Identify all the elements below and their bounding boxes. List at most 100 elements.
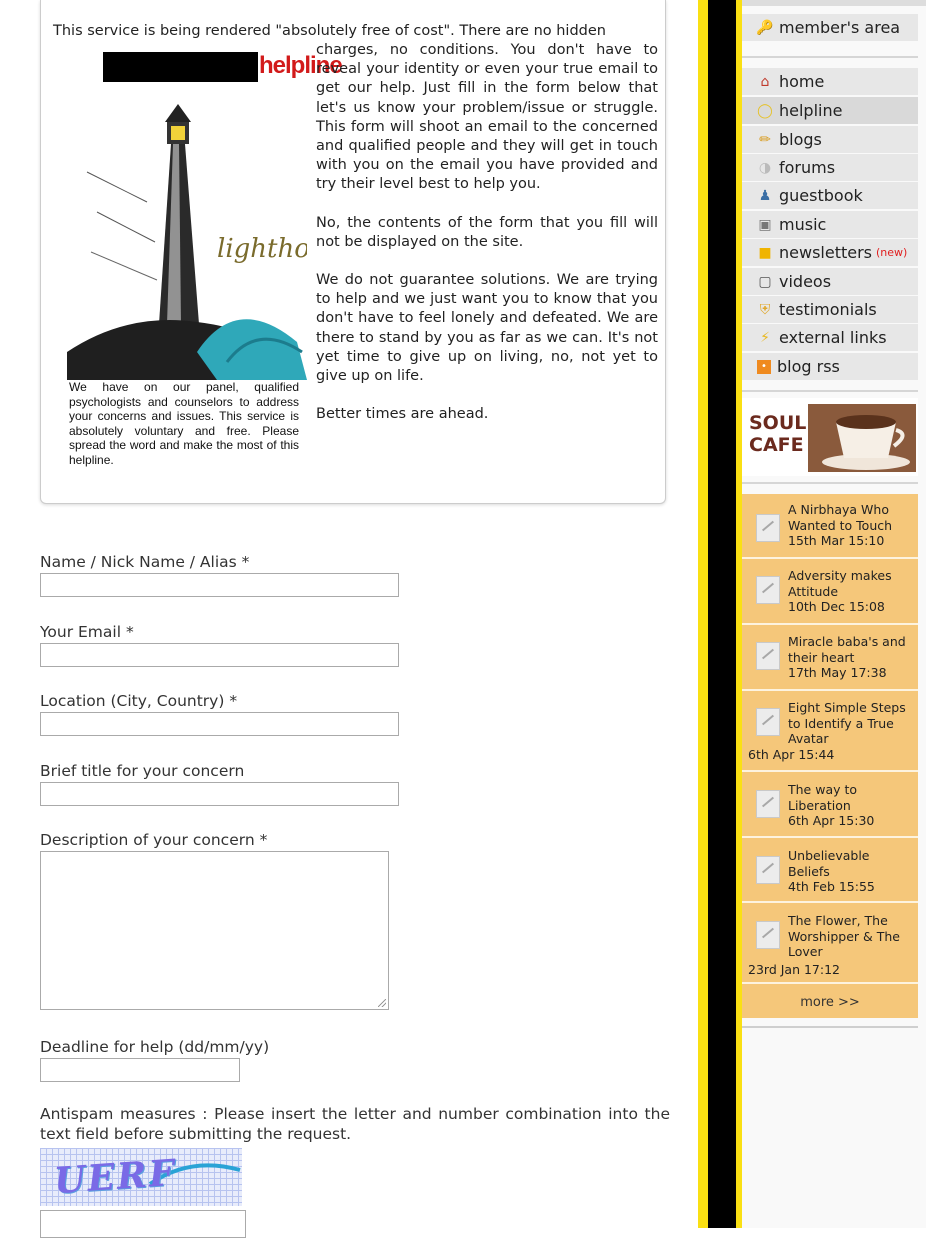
intro-paragraph: No, the contents of the form that you fi…: [316, 214, 658, 250]
email-input[interactable]: [40, 643, 399, 667]
description-textarea[interactable]: [40, 851, 389, 1010]
post-icon: [756, 790, 780, 818]
post-divider: [742, 689, 918, 691]
sidebar: 🔑 member's area ⌂ home ◯ helpline ✏ blog…: [742, 0, 926, 1228]
post-divider: [742, 982, 918, 984]
nav-item-blogs[interactable]: ✏ blogs: [742, 126, 918, 153]
sidebar-divider: [742, 482, 918, 484]
soul-cafe-title: SOUL CAFE: [749, 412, 807, 456]
post-divider: [742, 557, 918, 559]
post-icon: [756, 642, 780, 670]
post-icon: [756, 708, 780, 736]
rss-icon: •: [757, 359, 771, 374]
new-badge: (new): [876, 246, 908, 259]
intro-body: charges, no conditions. You don't have t…: [316, 41, 658, 443]
home-icon: ⌂: [760, 73, 770, 90]
captcha-text: UERF: [52, 1151, 178, 1203]
intro-paragraph: charges, no conditions. You don't have t…: [316, 42, 658, 193]
nav-item-newsletters[interactable]: ■ newsletters (new): [742, 239, 918, 266]
key-icon: 🔑: [756, 19, 774, 36]
post-divider: [742, 836, 918, 838]
post-title: A Nirbhaya Who Wanted to Touch: [788, 502, 893, 533]
lightning-icon: ⚡: [760, 329, 770, 346]
nav-item-music[interactable]: ▣ music: [742, 211, 918, 238]
nav-label: external links: [779, 328, 887, 347]
post-icon: [756, 921, 780, 949]
member-area-label: member's area: [779, 18, 901, 37]
post-divider: [742, 770, 918, 772]
post-date: 4th Feb 15:55: [788, 879, 875, 894]
nav-label: home: [779, 72, 825, 91]
newsletter-icon: ■: [758, 244, 772, 261]
lighthouse-illustration: lighthouse: [67, 104, 307, 380]
panel-caption: We have on our panel, qualified psycholo…: [69, 380, 299, 467]
location-label: Location (City, Country) *: [40, 692, 238, 710]
nav-label: music: [779, 215, 827, 234]
pencil-icon: ✏: [759, 131, 771, 148]
sidebar-divider: [742, 390, 918, 392]
name-label: Name / Nick Name / Alias *: [40, 553, 250, 571]
divider-stripe-black: [708, 0, 736, 1228]
captcha-input[interactable]: [40, 1210, 246, 1238]
post-date: 10th Dec 15:08: [788, 599, 885, 614]
post-divider: [742, 623, 918, 625]
location-input[interactable]: [40, 712, 399, 736]
post-title: The Flower, The Worshipper & The Lover: [788, 913, 900, 959]
description-label: Description of your concern *: [40, 831, 268, 849]
nav-item-testimonials[interactable]: ⛨ testimonials: [742, 296, 918, 323]
name-input[interactable]: [40, 573, 399, 597]
deadline-input[interactable]: [40, 1058, 240, 1082]
sidebar-divider: [742, 56, 918, 58]
recent-posts: A Nirbhaya Who Wanted to Touch 15th Mar …: [742, 494, 918, 1018]
main-content: This service is being rendered "absolute…: [0, 0, 698, 1238]
nav-item-helpline[interactable]: ◯ helpline: [742, 97, 918, 124]
nav-label: helpline: [779, 101, 843, 120]
sidebar-divider: [742, 1026, 918, 1028]
music-icon: ▣: [758, 216, 772, 233]
nav-item-home[interactable]: ⌂ home: [742, 68, 918, 95]
divider-stripe-yellow: [698, 0, 708, 1228]
nav-label: testimonials: [779, 300, 877, 319]
post-date: 6th Apr 15:30: [788, 813, 875, 828]
nav-item-guestbook[interactable]: ♟ guestbook: [742, 182, 918, 209]
nav-item-blog-rss[interactable]: • blog rss: [742, 353, 918, 380]
post-date: 15th Mar 15:10: [788, 533, 885, 548]
nav-label: videos: [779, 272, 832, 291]
antispam-instructions: Antispam measures : Please insert the le…: [40, 1105, 670, 1143]
intro-paragraph: We do not guarantee solutions. We are tr…: [316, 272, 658, 385]
post-date: 17th May 17:38: [788, 665, 887, 680]
post-date: 6th Apr 15:44: [748, 747, 835, 762]
lighthouse-logo-text: lighthouse: [217, 234, 307, 264]
post-icon: [756, 576, 780, 604]
post-title: Eight Simple Steps to Identify a True Av…: [788, 700, 906, 746]
soul-cafe-banner[interactable]: SOUL CAFE: [742, 398, 918, 476]
title-label: Brief title for your concern: [40, 762, 245, 780]
deadline-label: Deadline for help (dd/mm/yy): [40, 1038, 270, 1056]
post-title: Miracle baba's and their heart: [788, 634, 906, 665]
forums-icon: ◑: [758, 159, 772, 176]
intro-box: This service is being rendered "absolute…: [40, 0, 666, 504]
member-area-link[interactable]: 🔑 member's area: [742, 14, 918, 41]
shield-icon: ⛨: [759, 301, 771, 318]
post-divider: [742, 901, 918, 903]
nav-item-external-links[interactable]: ⚡ external links: [742, 324, 918, 351]
captcha-image: UERF: [40, 1148, 242, 1206]
coffee-cup-icon: [808, 404, 916, 472]
nav-label: forums: [779, 158, 836, 177]
post-icon: [756, 514, 780, 542]
intro-paragraph: Better times are ahead.: [316, 406, 489, 423]
nav-label: blogs: [779, 130, 822, 149]
nav-label: blog rss: [777, 357, 840, 376]
nav-item-videos[interactable]: ▢ videos: [742, 268, 918, 295]
nav-item-forums[interactable]: ◑ forums: [742, 154, 918, 181]
post-title: Adversity makes Attitude: [788, 568, 892, 599]
title-input[interactable]: [40, 782, 399, 806]
post-title: Unbelievable Beliefs: [788, 848, 870, 879]
post-icon: [756, 856, 780, 884]
post-date: 23rd Jan 17:12: [748, 962, 840, 977]
intro-lead-text: This service is being rendered "absolute…: [53, 23, 606, 39]
more-posts-link[interactable]: more >>: [742, 995, 918, 1010]
lightbulb-icon: ◯: [757, 102, 773, 119]
resize-grip-icon[interactable]: [378, 999, 386, 1007]
sidebar-top-bar: [742, 0, 926, 6]
